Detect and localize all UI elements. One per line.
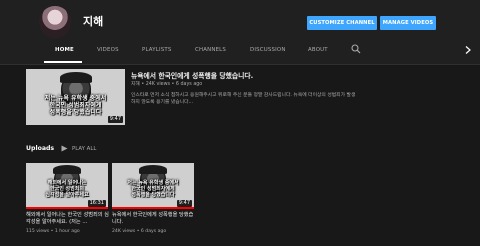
duration-badge: 9:47 — [107, 116, 123, 123]
play-all-button[interactable]: PLAY ALL — [72, 146, 96, 152]
upload-meta-1: 115 views • 1 hour ago — [26, 229, 80, 234]
thumbnail-cap-image — [139, 165, 167, 174]
watch-progress-bar — [26, 207, 108, 209]
featured-video-meta: 지해 • 24K views • 6 days ago — [131, 82, 203, 87]
tab-videos[interactable]: VIDEOS — [97, 47, 119, 53]
chevron-right-icon[interactable] — [465, 46, 471, 54]
thumbnail-cap-image — [53, 165, 81, 174]
customize-channel-button[interactable]: CUSTOMIZE CHANNEL — [307, 16, 377, 30]
header-divider — [0, 64, 480, 65]
thumbnail-cap-image — [60, 72, 92, 83]
channel-tabs: HOME VIDEOS PLAYLISTS CHANNELS DISCUSSIO… — [0, 38, 480, 64]
featured-video-thumbnail[interactable]: 저는 뉴욕 유학생 중에서 한국인 성범죄자에게 성폭행을 당했습니다 9:47 — [26, 69, 125, 125]
play-all-icon[interactable] — [61, 145, 68, 152]
watch-progress-bar — [112, 207, 194, 209]
uploads-section-title[interactable]: Uploads — [26, 145, 54, 152]
featured-video-description: 인스타로 먼저 소식 접하시고 응원해주시고 위로해 주신 분들 정말 감사드립… — [131, 93, 356, 105]
thumbnail-overlay-text: 해외에서 일어나는 한국인 성범죄의 심각성을 알아주세요 — [45, 180, 89, 198]
thumbnail-overlay-text: 저는 뉴욕 유학생 중에서 한국인 성범죄자에게 성폭행을 당했습니다 — [127, 180, 179, 198]
channel-page: 지해 CUSTOMIZE CHANNEL MANAGE VIDEOS HOME … — [0, 0, 480, 246]
tab-channels[interactable]: CHANNELS — [195, 47, 226, 53]
upload-meta-2: 24K views • 6 days ago — [112, 229, 167, 234]
search-icon[interactable] — [351, 44, 361, 54]
upload-title-2[interactable]: 뉴욕에서 한국인에게 성폭행을 당했습니다. — [112, 212, 196, 226]
thumbnail-overlay-text: 저는 뉴욕 유학생 중에서 한국인 성범죄자에게 성폭행을 당했습니다 — [44, 95, 107, 117]
duration-badge: 9:47 — [176, 200, 192, 207]
tab-playlists[interactable]: PLAYLISTS — [142, 47, 171, 53]
tab-about[interactable]: ABOUT — [308, 47, 328, 53]
tab-home[interactable]: HOME — [55, 47, 74, 53]
channel-name: 지해 — [83, 15, 104, 28]
active-tab-indicator — [44, 61, 82, 63]
avatar[interactable] — [39, 6, 71, 38]
duration-badge: 16:31 — [87, 200, 106, 207]
upload-thumbnail-1[interactable]: 해외에서 일어나는 한국인 성범죄의 심각성을 알아주세요 16:31 — [26, 163, 108, 209]
featured-video-title[interactable]: 뉴욕에서 한국인에게 성폭행을 당했습니다. — [131, 70, 253, 80]
upload-title-1[interactable]: 해외에서 일어나는 한국인 성범죄의 심각성을 알아주세요. (저는 ... — [26, 212, 110, 226]
upload-thumbnail-2[interactable]: 저는 뉴욕 유학생 중에서 한국인 성범죄자에게 성폭행을 당했습니다 9:47 — [112, 163, 194, 209]
manage-videos-button[interactable]: MANAGE VIDEOS — [380, 16, 436, 30]
tab-discussion[interactable]: DISCUSSION — [250, 47, 286, 53]
